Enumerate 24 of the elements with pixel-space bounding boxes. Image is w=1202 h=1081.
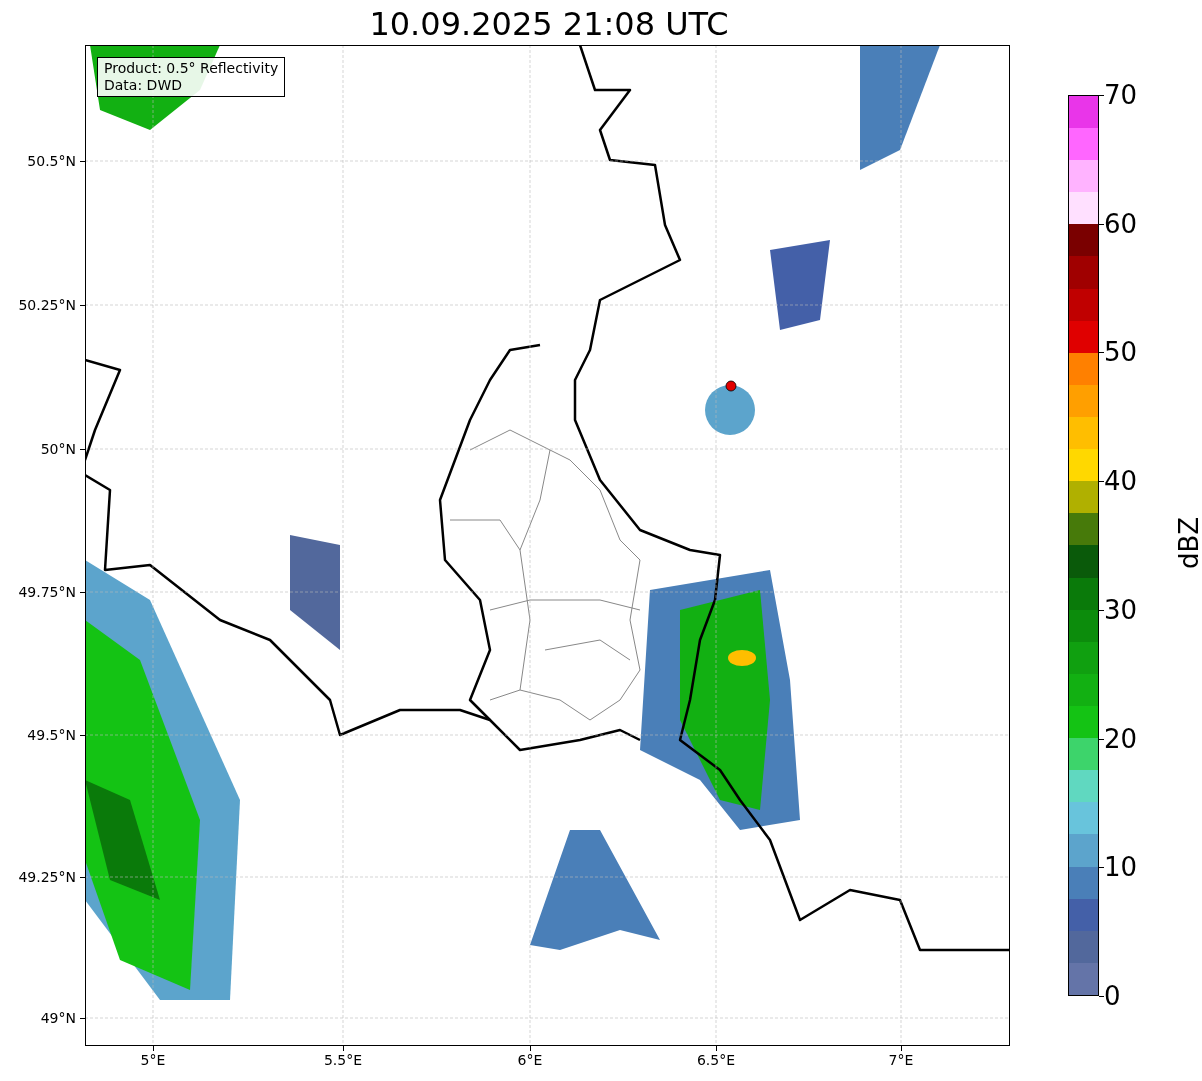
longitude-label: 6.5°E [695, 1052, 737, 1068]
colorbar-tick-label: 40 [1104, 466, 1138, 497]
colorbar-tick-label: 60 [1104, 208, 1138, 239]
info-text: Product: 0.5° Reflectivity [104, 60, 279, 77]
latitude-label: 50°N [40, 441, 76, 457]
colorbar-tick-label: 10 [1104, 852, 1138, 883]
latitude-label: 50.5°N [27, 153, 76, 169]
latitude-label: 49.75°N [18, 584, 76, 600]
colorbar-tick-label: 70 [1104, 80, 1138, 110]
chart-title: 10.09.2025 21:08 UTC [368, 4, 730, 44]
longitude-label: 7°E [887, 1052, 915, 1068]
longitude-label: 5°E [139, 1052, 167, 1068]
latitude-label: 50.25°N [18, 297, 76, 313]
colorbar-tick-label: 0 [1104, 981, 1121, 1011]
colorbar-axis-label: dBZ [1173, 516, 1202, 570]
colorbar-tick-label: 20 [1104, 723, 1138, 754]
latitude-label: 49.5°N [27, 727, 76, 743]
colorbar-tick-label: 50 [1104, 337, 1138, 368]
latitude-label: 49.25°N [18, 869, 76, 885]
longitude-label: 6°E [516, 1052, 544, 1068]
longitude-label: 5.5°E [322, 1052, 364, 1068]
colorbar-tick-label: 30 [1104, 594, 1138, 625]
info-text: Data: DWD [104, 77, 183, 94]
latitude-label: 49°N [40, 1010, 76, 1026]
